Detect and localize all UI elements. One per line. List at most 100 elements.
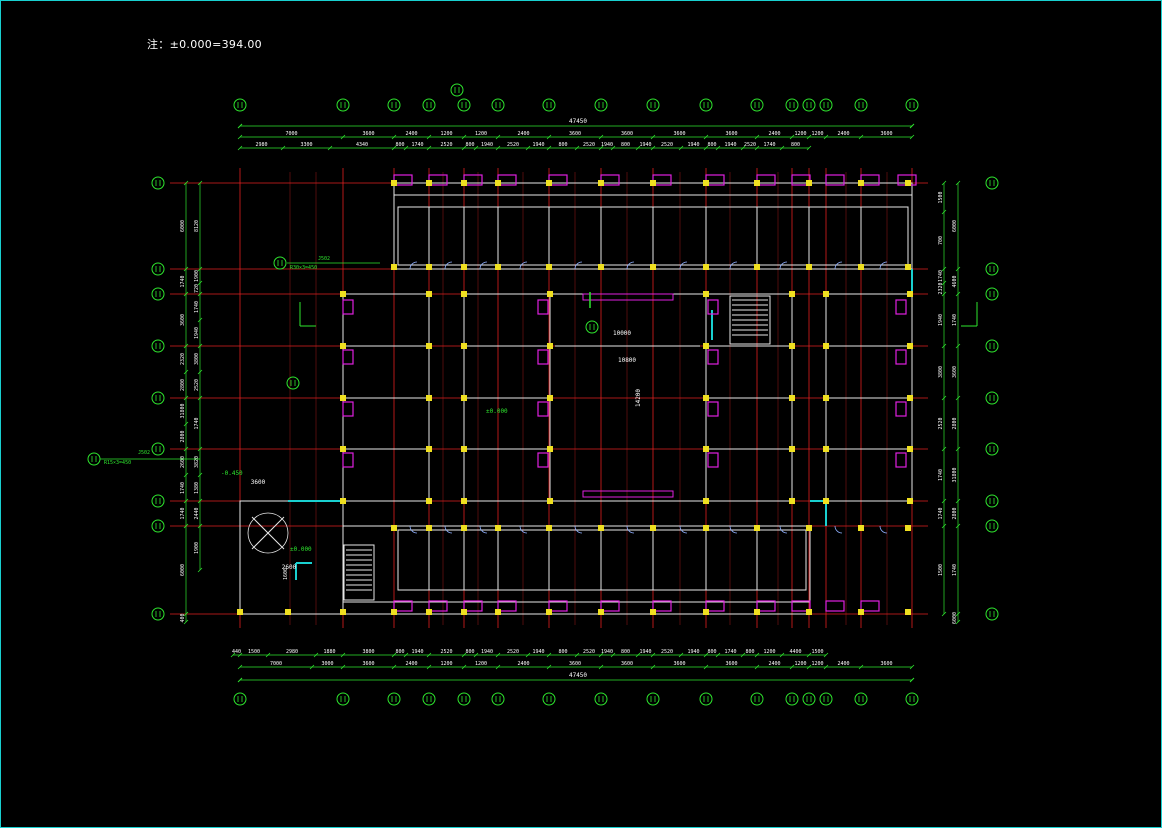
column [858,264,864,270]
bottom-dim-row2-label: 2400 [768,661,780,667]
column [495,609,501,615]
column [461,446,467,452]
top-dim-row2-label: 2980 [255,142,267,148]
column [789,498,795,504]
axis-bubble-icon [985,607,999,621]
axis-bubble-icon [854,98,868,112]
column [461,264,467,270]
axis-bubble-icon [594,692,608,706]
axis-bubble-icon [151,287,165,301]
bottom-dim-row1-label: 1940 [411,649,423,655]
column [703,291,709,297]
column [789,343,795,349]
axis-bubble-icon [819,692,833,706]
column [823,446,829,452]
left-dim-outer-label: 2800 [180,379,186,391]
top-dim-row2-label: 1940 [639,142,651,148]
column [495,264,501,270]
top-dim-row2-label: 2520 [440,142,452,148]
axis-bubble-icon [542,98,556,112]
column [905,525,911,531]
column [426,525,432,531]
top-dim-row2-label: 1740 [411,142,423,148]
axis-bubble-icon [151,262,165,276]
bottom-dim-row2-label: 1200 [440,661,452,667]
right-dim-outer-label: 2800 [952,417,958,429]
column [495,180,501,186]
ramp1-ref: J502 [318,256,330,262]
axis-bubble-icon [985,519,999,533]
right-dim-inner-label: 1740 [938,469,944,481]
column [495,525,501,531]
axis-bubble-icon [151,494,165,508]
column [650,609,656,615]
column [340,446,346,452]
courtyard-bench [582,293,674,301]
axis-bubble-icon [151,519,165,533]
top-dim-row1-label: 3600 [880,131,892,137]
inner-window [537,299,549,315]
left-dim-inner-label: 8120 [194,220,200,232]
top-dim-row1-label: 3600 [621,131,633,137]
top-dim-row2-label: 800 [707,142,716,148]
column [546,525,552,531]
column [426,180,432,186]
axis-bubble-icon [905,98,919,112]
column [340,609,346,615]
column [546,609,552,615]
bottom-dim-row2-label: 3000 [321,661,333,667]
right-dim-inner-label: 1740 [938,270,944,282]
column [426,291,432,297]
axis-bubble-icon [985,176,999,190]
axis-bubble-icon [699,98,713,112]
south-corridor-rooms [397,529,807,591]
column [754,525,760,531]
bottom-dim-row1-label: 800 [707,649,716,655]
bottom-dim-row1-label: 1940 [639,649,651,655]
column [703,609,709,615]
left-dim-inner-label: 1940 [194,327,200,339]
bottom-dim-row1-label: 2520 [661,649,673,655]
left-dim-inner-label: 3800 [194,353,200,365]
column [905,609,911,615]
bottom-dim-row1-label: 1500 [811,649,823,655]
top-dim-row1-label: 1200 [794,131,806,137]
dim-1600-ramp: 1600 [283,568,289,580]
column [547,446,553,452]
bottom-dim-row1-label: 800 [558,649,567,655]
left-dim-outer-label: 2800 [180,430,186,442]
column [461,343,467,349]
bottom-dim-row2-label: 1200 [811,661,823,667]
top-dim-row2-label: 1940 [532,142,544,148]
column [598,609,604,615]
axis-bubble-icon [905,692,919,706]
west-window [342,401,354,417]
top-dim-row2-label: 800 [465,142,474,148]
axis-bubble-icon [985,494,999,508]
column [703,395,709,401]
left-dim-inner-label: 720 [194,284,200,293]
axis-bubble-icon [151,607,165,621]
right-dim-inner-label: 2520 [938,417,944,429]
axis-bubble-icon [542,692,556,706]
bottom-dim-row2-label: 7000 [270,661,282,667]
left-dim-inner-label: 2520 [194,379,200,391]
column [547,343,553,349]
ramp2-ref: J502 [138,450,150,456]
axis-bubble-icon [985,442,999,456]
column [340,343,346,349]
axis-bubble-icon [233,692,247,706]
dim-3600-stair: 3600 [251,479,266,486]
axis-bubble-icon [273,256,287,270]
axis-bubble-icon [151,391,165,405]
column [754,180,760,186]
axis-bubble-icon [457,692,471,706]
bottom-dim-row1-label: 1940 [481,649,493,655]
elevation-entrance: ±0.000 [290,546,312,553]
bottom-dim-row2-label: 1200 [794,661,806,667]
courtyard-width-1: 10000 [613,330,631,337]
bottom-dim-row1-label: 1940 [532,649,544,655]
left-dim-inner-label: 1900 [194,270,200,282]
bottom-dim-row1-label: 1500 [248,649,260,655]
column [823,498,829,504]
